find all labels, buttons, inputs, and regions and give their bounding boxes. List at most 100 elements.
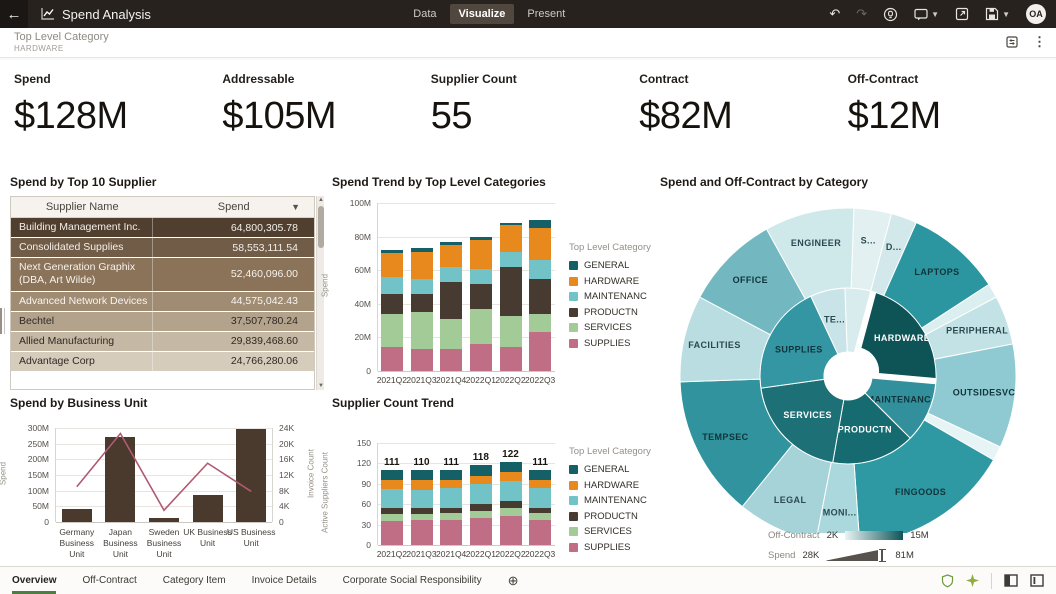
bar-segment[interactable]: [440, 282, 462, 319]
bar-segment[interactable]: [411, 312, 433, 349]
legend-item[interactable]: SERVICES: [569, 322, 651, 333]
bar-segment[interactable]: [381, 277, 403, 294]
legend-item[interactable]: HARDWARE: [569, 480, 651, 491]
tab-present[interactable]: Present: [518, 4, 574, 24]
bar-segment[interactable]: [470, 465, 492, 476]
bar-segment[interactable]: [470, 476, 492, 484]
filter-value[interactable]: HARDWARE: [14, 44, 1056, 53]
bar-segment[interactable]: [440, 488, 462, 508]
insights-icon[interactable]: [883, 7, 898, 22]
sort-caret-icon[interactable]: ▼: [291, 202, 300, 212]
canvas-tab-overview[interactable]: Overview: [12, 567, 56, 594]
save-icon[interactable]: ▼: [985, 7, 1010, 21]
legend-item[interactable]: MAINTENANC: [569, 495, 651, 506]
bar-segment[interactable]: [529, 260, 551, 278]
bar-segment[interactable]: [529, 488, 551, 508]
bar-segment[interactable]: [529, 508, 551, 513]
table-row[interactable]: Next Generation Graphix (DBA, Art Wilde)…: [11, 258, 314, 291]
bar-segment[interactable]: [470, 511, 492, 518]
bar-segment[interactable]: [470, 237, 492, 240]
bar-segment[interactable]: [529, 470, 551, 480]
bar-segment[interactable]: [381, 253, 403, 277]
bar-segment[interactable]: [411, 294, 433, 312]
bar-segment[interactable]: [470, 484, 492, 504]
bar-segment[interactable]: [500, 481, 522, 501]
bar-segment[interactable]: [440, 508, 462, 513]
undo-icon[interactable]: ↶: [829, 6, 840, 22]
legend-item[interactable]: GENERAL: [569, 260, 651, 271]
bar-segment[interactable]: [500, 225, 522, 252]
bar-segment[interactable]: [381, 294, 403, 314]
bar-segment[interactable]: [411, 480, 433, 490]
bar-segment[interactable]: [440, 319, 462, 349]
kpi-contract[interactable]: Contract$82M: [639, 72, 847, 166]
bar-segment[interactable]: [411, 514, 433, 520]
share-export-icon[interactable]: [955, 7, 969, 21]
table-row[interactable]: Consolidated Supplies58,553,111.54: [11, 238, 314, 258]
bar-segment[interactable]: [500, 501, 522, 508]
bar-segment[interactable]: [440, 520, 462, 545]
bar-segment[interactable]: [440, 513, 462, 520]
bar-segment[interactable]: [470, 518, 492, 545]
table-row[interactable]: Allied Manufacturing29,839,468.60: [11, 332, 314, 352]
bar-segment[interactable]: [529, 228, 551, 260]
bar-segment[interactable]: [470, 504, 492, 511]
invoice-count-line[interactable]: [55, 428, 273, 522]
canvas-tab-category-item[interactable]: Category Item: [163, 567, 226, 594]
bar-segment[interactable]: [529, 513, 551, 520]
comments-icon[interactable]: ▼: [914, 8, 939, 21]
legend-item[interactable]: HARDWARE: [569, 276, 651, 287]
bar-segment[interactable]: [381, 514, 403, 521]
bar-segment[interactable]: [529, 220, 551, 228]
kpi-supplier-count[interactable]: Supplier Count55: [431, 72, 639, 166]
legend-item[interactable]: SUPPLIES: [569, 542, 651, 553]
bar-segment[interactable]: [500, 223, 522, 225]
bar-segment[interactable]: [500, 267, 522, 316]
table-row[interactable]: Bechtel37,507,780.24: [11, 312, 314, 332]
bar-segment[interactable]: [529, 520, 551, 545]
bar-segment[interactable]: [500, 508, 522, 517]
bar-segment[interactable]: [411, 520, 433, 545]
bar-segment[interactable]: [500, 347, 522, 371]
canvas-tab-off-contract[interactable]: Off-Contract: [82, 567, 136, 594]
tab-visualize[interactable]: Visualize: [450, 4, 515, 24]
bar-segment[interactable]: [411, 252, 433, 279]
legend-item[interactable]: PRODUCTN: [569, 307, 651, 318]
table-row[interactable]: Advanced Network Devices44,575,042.43: [11, 292, 314, 312]
bar-segment[interactable]: [500, 472, 522, 481]
bar-segment[interactable]: [440, 349, 462, 371]
bar-segment[interactable]: [411, 470, 433, 480]
bar-segment[interactable]: [411, 248, 433, 251]
canvas-tab-corporate-social-responsibility[interactable]: Corporate Social Responsibility: [343, 567, 482, 594]
kpi-addressable[interactable]: Addressable$105M: [222, 72, 430, 166]
bar-segment[interactable]: [440, 267, 462, 282]
bar-segment[interactable]: [381, 347, 403, 371]
bar-segment[interactable]: [440, 480, 462, 487]
bar-segment[interactable]: [411, 490, 433, 508]
legend-item[interactable]: SERVICES: [569, 526, 651, 537]
bar-segment[interactable]: [500, 252, 522, 267]
legend-item[interactable]: GENERAL: [569, 464, 651, 475]
layout-split-panel-icon[interactable]: [1030, 574, 1044, 587]
back-button[interactable]: ←: [0, 0, 28, 28]
bar-segment[interactable]: [411, 279, 433, 294]
bar-segment[interactable]: [381, 508, 403, 513]
bar-segment[interactable]: [470, 269, 492, 284]
quality-badge-icon[interactable]: [941, 574, 954, 588]
bar-segment[interactable]: [381, 489, 403, 508]
bar-segment[interactable]: [470, 344, 492, 371]
bar-segment[interactable]: [381, 480, 403, 490]
redo-icon[interactable]: ↷: [856, 6, 867, 22]
bar-segment[interactable]: [529, 279, 551, 314]
bar-segment[interactable]: [470, 284, 492, 309]
panel-collapse-handle[interactable]: [0, 308, 5, 334]
bar-segment[interactable]: [440, 242, 462, 245]
filter-label[interactable]: Top Level Category: [14, 28, 1056, 43]
bar-segment[interactable]: [500, 516, 522, 545]
bar-segment[interactable]: [381, 521, 403, 545]
kpi-off-contract[interactable]: Off-Contract$12M: [848, 72, 1056, 166]
column-header-spend[interactable]: Spend▼: [153, 201, 314, 213]
bar-segment[interactable]: [470, 240, 492, 269]
bar-segment[interactable]: [411, 508, 433, 513]
layout-left-panel-icon[interactable]: [1004, 574, 1018, 587]
